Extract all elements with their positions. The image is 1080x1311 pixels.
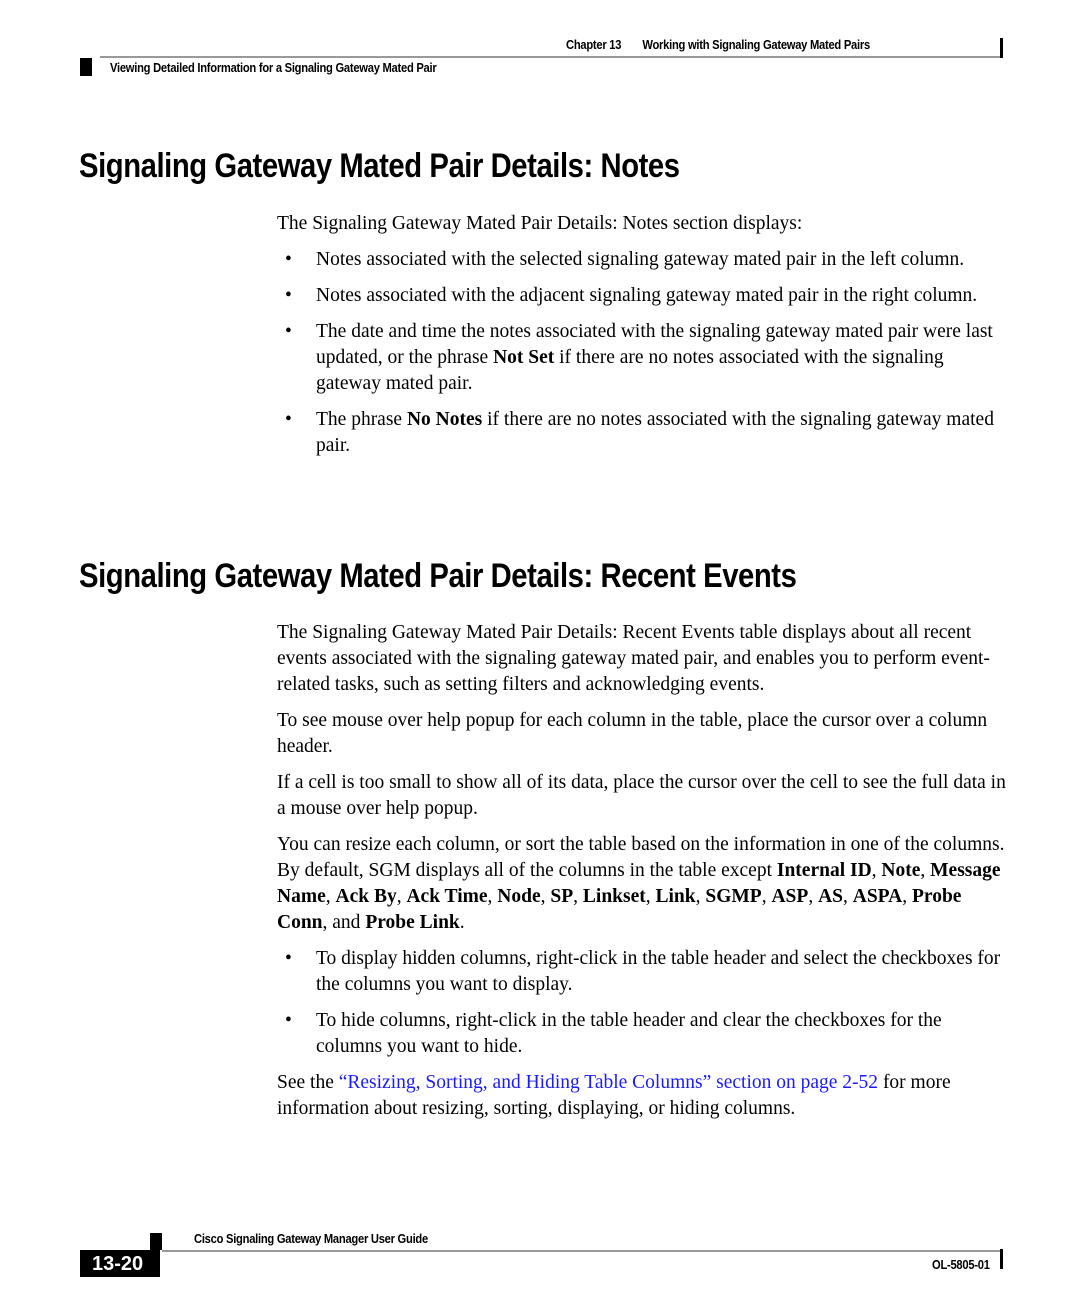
cross-reference-link[interactable]: “Resizing, Sorting, and Hiding Table Col… — [339, 1072, 878, 1093]
notes-heading: Signaling Gateway Mated Pair Details: No… — [79, 147, 680, 185]
chapter-label: Chapter 13 — [566, 37, 622, 52]
list-item: • The phrase No Notes if there are no not… — [285, 409, 994, 456]
events-paragraph-4: You can resize each column, or sort the … — [277, 834, 1005, 933]
list-item: • To hide columns, right-click in the tab… — [285, 1010, 942, 1057]
hidden-column-name: Linkset — [582, 886, 646, 907]
term-not-set: Not Set — [493, 347, 555, 368]
bullet-icon: • — [285, 321, 292, 342]
bullet-icon: • — [285, 249, 292, 270]
hidden-column-name: SP — [550, 886, 574, 907]
header-right-bar — [1000, 38, 1003, 58]
page-number: 13-20 — [92, 1253, 144, 1275]
see-also-paragraph: See the “Resizing, Sorting, and Hiding T… — [277, 1072, 951, 1119]
footer-top-block — [150, 1233, 162, 1250]
bullet-icon: • — [285, 409, 292, 430]
header-left-block — [80, 58, 92, 76]
hidden-column-name: AS — [818, 886, 843, 907]
notes-intro: The Signaling Gateway Mated Pair Details… — [277, 213, 803, 234]
notes-bullet-list: • Notes associated with the selected sign… — [277, 247, 1007, 459]
hidden-column-name: ASP — [771, 886, 809, 907]
list-item: • To display hidden columns, right-click … — [285, 948, 1001, 995]
hidden-column-name: Ack Time — [406, 886, 488, 907]
chapter-title: Working with Signaling Gateway Mated Pai… — [642, 37, 870, 52]
header-rule — [100, 56, 1000, 58]
hidden-column-name: SGMP — [705, 886, 762, 907]
events-paragraph-1: The Signaling Gateway Mated Pair Details… — [277, 622, 990, 695]
bullet-icon: • — [285, 1010, 292, 1031]
events-paragraph-3: If a cell is too small to show all of it… — [277, 772, 1006, 819]
events-bullet-list: • To display hidden columns, right-click … — [277, 946, 1007, 1060]
hidden-column-name: Probe Link — [365, 912, 460, 933]
list-item: • The date and time the notes associated … — [285, 321, 993, 394]
events-paragraph-2: To see mouse over help popup for each co… — [277, 710, 988, 757]
hidden-column-name: Ack By — [335, 886, 397, 907]
bullet-icon: • — [285, 948, 292, 969]
term-no-notes: No Notes — [406, 409, 483, 430]
events-body: The Signaling Gateway Mated Pair Details… — [277, 620, 1007, 1132]
footer-right-bar — [1000, 1249, 1003, 1269]
hidden-column-name: ASPA — [852, 886, 903, 907]
list-item: • Notes associated with the adjacent sign… — [277, 283, 1007, 309]
notes-body: The Signaling Gateway Mated Pair Details… — [277, 211, 1007, 469]
hidden-column-name: Note — [881, 860, 921, 881]
doc-number: OL-5805-01 — [932, 1257, 990, 1272]
hidden-column-name: Internal ID — [776, 860, 872, 881]
running-header-section: Viewing Detailed Information for a Signa… — [110, 60, 437, 75]
hidden-column-name: Node — [497, 886, 541, 907]
running-header-chapter: Chapter 13 Working with Signaling Gatewa… — [566, 37, 870, 52]
footer-rule — [162, 1250, 1000, 1252]
hidden-column-name: Link — [655, 886, 696, 907]
page-number-badge: 13-20 — [80, 1250, 160, 1277]
footer-guide-title: Cisco Signaling Gateway Manager User Gui… — [194, 1231, 428, 1246]
bullet-icon: • — [285, 285, 292, 306]
recent-events-heading: Signaling Gateway Mated Pair Details: Re… — [79, 557, 797, 595]
list-item: • Notes associated with the selected sign… — [277, 247, 1007, 273]
